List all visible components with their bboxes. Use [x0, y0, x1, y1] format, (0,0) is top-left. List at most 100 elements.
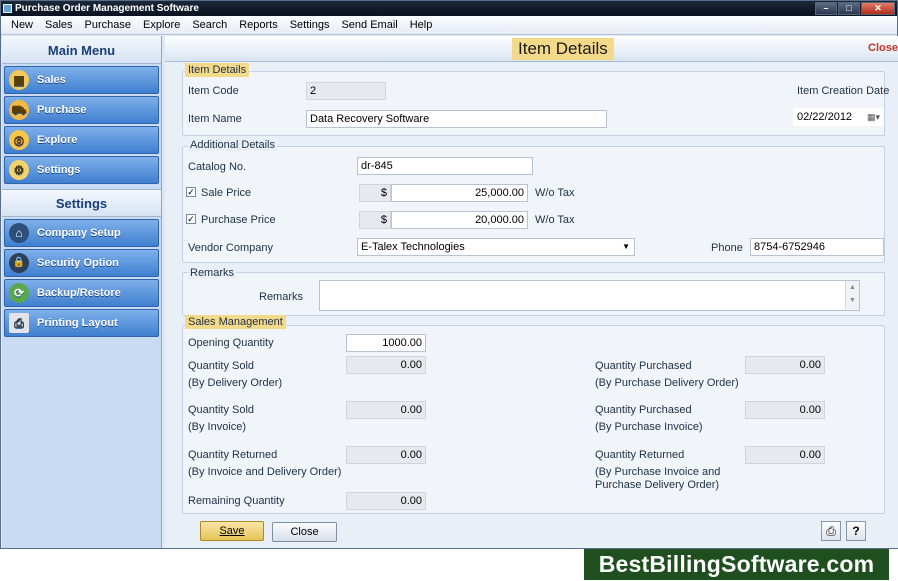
menu-bar: New Sales Purchase Explore Search Report…	[1, 16, 897, 35]
vendor-company-value: E-Talex Technologies	[361, 241, 465, 253]
menu-new[interactable]: New	[5, 16, 39, 35]
quantity-sold-do-label: Quantity Sold	[188, 360, 255, 372]
vendor-company-select[interactable]: E-Talex Technologies ▼	[357, 238, 635, 256]
quantity-sold-inv-label: Quantity Sold	[188, 404, 255, 416]
quantity-purchased-inv-field: 0.00	[745, 401, 825, 419]
menu-search[interactable]: Search	[186, 16, 233, 35]
sidebar-item-explore[interactable]: ◎ Explore	[4, 126, 159, 154]
sidebar-item-sales[interactable]: ▦ Sales	[4, 66, 159, 94]
creation-date-field[interactable]: 02/22/2012 ▦▾	[793, 108, 884, 126]
sidebar: Main Menu ▦ Sales ⛟ Purchase ◎ Explore ⚙…	[2, 36, 162, 548]
main-content: Item Details Close Item Details Item Cod…	[165, 36, 898, 548]
menu-reports[interactable]: Reports	[233, 16, 284, 35]
opening-quantity-label: Opening Quantity	[188, 337, 274, 349]
close-link[interactable]: Close	[868, 42, 898, 54]
sidebar-item-printing-layout[interactable]: ⎙ Printing Layout	[4, 309, 159, 337]
title-bar: Purchase Order Management Software – □ ✕	[1, 1, 897, 16]
sale-price-checkbox[interactable]: ✓	[186, 187, 196, 197]
printer-icon: ⎙	[9, 313, 29, 333]
sale-price-currency: $	[359, 184, 391, 202]
by-purchase-inv-and-line1: (By Purchase Invoice and	[595, 466, 721, 478]
quantity-returned-label: Quantity Returned	[188, 449, 278, 461]
quantity-purchase-returned-label: Quantity Returned	[595, 449, 685, 461]
main-menu-heading: Main Menu	[2, 36, 161, 64]
sidebar-item-backup-restore[interactable]: ⟳ Backup/Restore	[4, 279, 159, 307]
save-button[interactable]: Save	[200, 521, 264, 541]
app-icon	[3, 4, 12, 13]
app-window: Purchase Order Management Software – □ ✕…	[0, 0, 898, 549]
sidebar-item-label: Backup/Restore	[37, 287, 121, 299]
menu-purchase[interactable]: Purchase	[79, 16, 137, 35]
remarks-textarea[interactable]	[319, 280, 860, 311]
item-name-field[interactable]: Data Recovery Software	[306, 110, 607, 128]
quantity-sold-inv-field: 0.00	[346, 401, 426, 419]
item-name-label: Item Name	[188, 113, 242, 125]
page-header: Item Details Close	[165, 36, 898, 62]
menu-send-email[interactable]: Send Email	[335, 16, 403, 35]
settings-icon: ⚙	[9, 160, 29, 180]
opening-quantity-field[interactable]: 1000.00	[346, 334, 426, 352]
sidebar-item-label: Printing Layout	[37, 317, 118, 329]
menu-settings[interactable]: Settings	[284, 16, 336, 35]
help-icon[interactable]: ?	[846, 521, 866, 541]
quantity-returned-field: 0.00	[346, 446, 426, 464]
purchase-price-field[interactable]: 20,000.00	[391, 211, 528, 229]
sidebar-item-settings[interactable]: ⚙ Settings	[4, 156, 159, 184]
remaining-quantity-field: 0.00	[346, 492, 426, 510]
sale-price-field[interactable]: 25,000.00	[391, 184, 528, 202]
page-title: Item Details	[512, 38, 614, 60]
purchase-price-checkbox[interactable]: ✓	[186, 214, 196, 224]
lock-icon: 🔒	[9, 253, 29, 273]
sidebar-item-label: Settings	[37, 164, 81, 176]
menu-sales[interactable]: Sales	[39, 16, 79, 35]
sidebar-item-label: Company Setup	[37, 227, 121, 239]
menu-help[interactable]: Help	[404, 16, 439, 35]
maximize-button[interactable]: □	[838, 2, 860, 15]
catalog-no-field[interactable]: dr-845	[357, 157, 533, 175]
by-delivery-order-label: (By Delivery Order)	[188, 377, 283, 389]
sidebar-item-company-setup[interactable]: ⌂ Company Setup	[4, 219, 159, 247]
quantity-sold-do-field: 0.00	[346, 356, 426, 374]
additional-details-group-label: Additional Details	[188, 139, 277, 151]
vendor-company-label: Vendor Company	[188, 242, 273, 254]
chevron-down-icon[interactable]: ▼	[622, 239, 630, 255]
by-invoice-label: (By Invoice)	[188, 421, 247, 433]
catalog-no-label: Catalog No.	[188, 161, 247, 173]
creation-date-value: 02/22/2012	[797, 111, 853, 123]
settings-heading: Settings	[2, 189, 161, 217]
sales-icon: ▦	[9, 70, 29, 90]
sidebar-item-purchase[interactable]: ⛟ Purchase	[4, 96, 159, 124]
phone-field[interactable]: 8754-6752946	[750, 238, 884, 256]
sales-management-group-label: Sales Management	[185, 315, 286, 329]
quantity-purchased-inv-label: Quantity Purchased	[595, 404, 692, 416]
print-icon[interactable]: ⎙	[821, 521, 841, 541]
item-code-field[interactable]: 2	[306, 82, 386, 100]
minimize-button[interactable]: –	[815, 2, 837, 15]
purchase-price-label: Purchase Price	[201, 214, 276, 226]
remarks-group-label: Remarks	[188, 267, 237, 279]
by-purchase-invoice-label: (By Purchase Invoice)	[595, 421, 703, 433]
sidebar-item-label: Sales	[37, 74, 66, 86]
sales-management-panel	[182, 325, 885, 514]
item-creation-date-label: Item Creation Date	[797, 85, 890, 97]
close-button[interactable]: Close	[272, 522, 337, 542]
window-title: Purchase Order Management Software	[15, 3, 199, 14]
quantity-purchase-returned-field: 0.00	[745, 446, 825, 464]
sidebar-item-label: Security Option	[37, 257, 119, 269]
window-close-button[interactable]: ✕	[861, 2, 895, 15]
sidebar-item-label: Explore	[37, 134, 78, 146]
sidebar-item-security-option[interactable]: 🔒 Security Option	[4, 249, 159, 277]
sale-price-tax-note: W/o Tax	[535, 187, 575, 199]
quantity-purchased-do-field: 0.00	[745, 356, 825, 374]
purchase-price-currency: $	[359, 211, 391, 229]
menu-explore[interactable]: Explore	[137, 16, 186, 35]
by-purchase-do-label: (By Purchase Delivery Order)	[595, 377, 739, 389]
remaining-quantity-label: Remaining Quantity	[188, 495, 285, 507]
explore-icon: ◎	[9, 130, 29, 150]
purchase-icon: ⛟	[9, 100, 29, 120]
by-purchase-inv-and-line2: Purchase Delivery Order)	[595, 479, 720, 491]
sidebar-item-label: Purchase	[37, 104, 87, 116]
sale-price-label: Sale Price	[201, 187, 252, 199]
remarks-scrollbar[interactable]: ▲ ▼	[845, 281, 859, 310]
calendar-dropdown-icon[interactable]: ▦▾	[867, 109, 880, 125]
